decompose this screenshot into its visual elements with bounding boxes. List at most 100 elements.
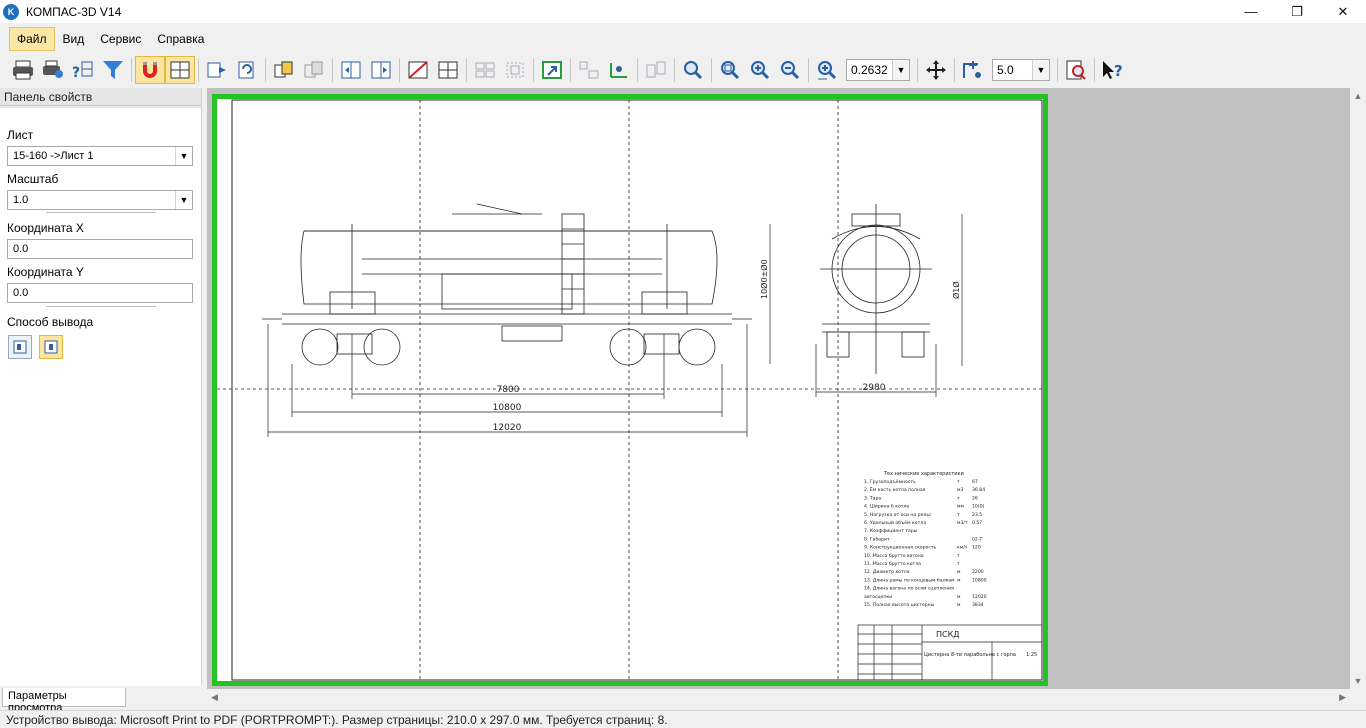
pan-button[interactable]: [921, 56, 951, 84]
chevron-down-icon[interactable]: ▼: [892, 60, 909, 80]
spec-row-unit: мм: [957, 505, 964, 510]
rotate-page-button[interactable]: [232, 56, 262, 84]
step-cursor-icon: [963, 61, 981, 78]
fit-page-icon: [207, 62, 226, 78]
toolbar-separator: [674, 58, 675, 82]
vertical-scrollbar[interactable]: ▲ ▼: [1350, 88, 1366, 689]
scroll-left-icon[interactable]: ◀: [211, 692, 218, 703]
drawing-sheet[interactable]: 7800 10800 12020 10Ø0±Ø0 2980 Ø1Ø Тех ни…: [212, 94, 1048, 686]
toolbar-separator: [131, 58, 132, 82]
coord-x-field[interactable]: 0.0: [7, 239, 193, 259]
output-mode-button-2[interactable]: [39, 335, 63, 359]
preview-magnifier-icon: [1066, 60, 1086, 80]
arrange-pages-button[interactable]: [641, 56, 671, 84]
zoom-out-button[interactable]: [775, 56, 805, 84]
spec-row-label: автосцепки: [864, 595, 892, 600]
zoom-scale-button[interactable]: [812, 56, 842, 84]
spec-row-label: 2. Ём кость котла полная: [864, 486, 926, 493]
print-button[interactable]: [8, 56, 38, 84]
spec-row-label: 3. Тара: [864, 495, 881, 501]
paste-pages-button[interactable]: [299, 56, 329, 84]
menu-file[interactable]: Файл: [9, 26, 55, 51]
move-corner-icon: [542, 61, 562, 79]
sheet-select[interactable]: 15-160 ->Лист 1 ▼: [7, 146, 193, 166]
spec-row-value: 12020: [972, 594, 987, 600]
spec-row-unit: м3/т: [957, 520, 968, 526]
copy-pages-icon: [274, 61, 293, 78]
spec-row-value: 26: [972, 495, 978, 501]
help-grid-icon: ?: [72, 61, 93, 81]
spec-title: Тех нические характеристики: [883, 471, 964, 477]
page-next-button[interactable]: [366, 56, 396, 84]
tile-pages-button[interactable]: [470, 56, 500, 84]
zoom-frame-button[interactable]: [715, 56, 745, 84]
menu-help[interactable]: Справка: [149, 27, 212, 51]
pages-layout-button[interactable]: [165, 56, 195, 84]
spec-row-unit: м3: [957, 487, 963, 493]
copy-pages-button[interactable]: [269, 56, 299, 84]
dim-12020-label: 12020: [493, 423, 522, 433]
rotate-page-icon: [238, 61, 254, 79]
chevron-down-icon[interactable]: ▼: [175, 191, 192, 209]
spec-row-label: 13. Длина рамы по концевым балкам: [864, 577, 955, 583]
scroll-down-icon[interactable]: ▼: [1354, 676, 1363, 686]
paste-pages-icon: [304, 61, 323, 78]
move-to-corner-button[interactable]: [537, 56, 567, 84]
menu-service[interactable]: Сервис: [92, 27, 149, 51]
spec-row-unit: т: [957, 513, 960, 518]
print-setup-button[interactable]: [38, 56, 68, 84]
properties-panel: Панель свойств Лист 15-160 ->Лист 1 ▼ Ма…: [0, 88, 202, 686]
step-combo[interactable]: 5.0 ▼: [992, 59, 1050, 81]
spec-row-value: 2200: [972, 569, 984, 575]
sheet-paper: [217, 99, 1043, 681]
page-prev-button[interactable]: [336, 56, 366, 84]
close-button[interactable]: ✕: [1320, 0, 1366, 23]
spec-row-label: 10. Масса брутто вагона: [864, 553, 924, 559]
filter-button[interactable]: [98, 56, 128, 84]
horizontal-scrollbar[interactable]: ◀ ▶: [207, 689, 1350, 706]
chevron-down-icon[interactable]: ▼: [175, 147, 192, 165]
scale-select[interactable]: 1.0 ▼: [7, 190, 193, 210]
help-pointer-button[interactable]: ?: [68, 56, 98, 84]
tab-view-parameters[interactable]: Параметры просмотра: [2, 688, 126, 714]
spec-row-label: 11. Масса брутто котла: [864, 561, 921, 567]
sheet-value: 15-160 ->Лист 1: [13, 150, 94, 162]
zoom-out-icon: [781, 61, 800, 80]
output-mode-icon: [13, 340, 27, 354]
fit-page-button[interactable]: [202, 56, 232, 84]
output-mode-button-1[interactable]: [8, 335, 32, 359]
step-value: 5.0: [997, 63, 1014, 77]
origin-button[interactable]: [604, 56, 634, 84]
minimize-button[interactable]: —: [1228, 0, 1274, 23]
zoom-combo[interactable]: 0.2632 ▼: [846, 59, 910, 81]
context-help-button[interactable]: ?: [1098, 56, 1128, 84]
chevron-down-icon[interactable]: ▼: [1032, 60, 1049, 80]
menu-view[interactable]: Вид: [55, 27, 93, 51]
coord-y-field[interactable]: 0.0: [7, 283, 193, 303]
zoom-in-icon: [751, 61, 770, 80]
cut-page-button[interactable]: [403, 56, 433, 84]
snap-button[interactable]: [135, 56, 165, 84]
title-block-scale: 1:25: [1026, 652, 1037, 658]
zoom-window-button[interactable]: [678, 56, 708, 84]
zoom-in-button[interactable]: [745, 56, 775, 84]
align-pages-button[interactable]: [574, 56, 604, 84]
magnifier-icon: [684, 61, 703, 80]
divider: [46, 306, 156, 307]
toolbar-separator: [399, 58, 400, 82]
split-page-button[interactable]: [433, 56, 463, 84]
output-mode-icon: [44, 340, 58, 354]
spec-row-value: 67: [972, 479, 978, 485]
spec-row-unit: м: [957, 595, 961, 600]
cut-page-icon: [408, 61, 428, 79]
maximize-button[interactable]: ❐: [1274, 0, 1320, 23]
toolbar-separator: [198, 58, 199, 82]
title-bar: K КОМПАС-3D V14 — ❐ ✕: [0, 0, 1366, 23]
frame-pages-button[interactable]: [500, 56, 530, 84]
step-button[interactable]: [958, 56, 988, 84]
sheet-label: Лист: [7, 128, 34, 142]
scroll-up-icon[interactable]: ▲: [1354, 91, 1363, 101]
preview-settings-button[interactable]: [1061, 56, 1091, 84]
spec-row-value: 02-Т: [972, 536, 983, 542]
scroll-right-icon[interactable]: ▶: [1339, 692, 1346, 703]
